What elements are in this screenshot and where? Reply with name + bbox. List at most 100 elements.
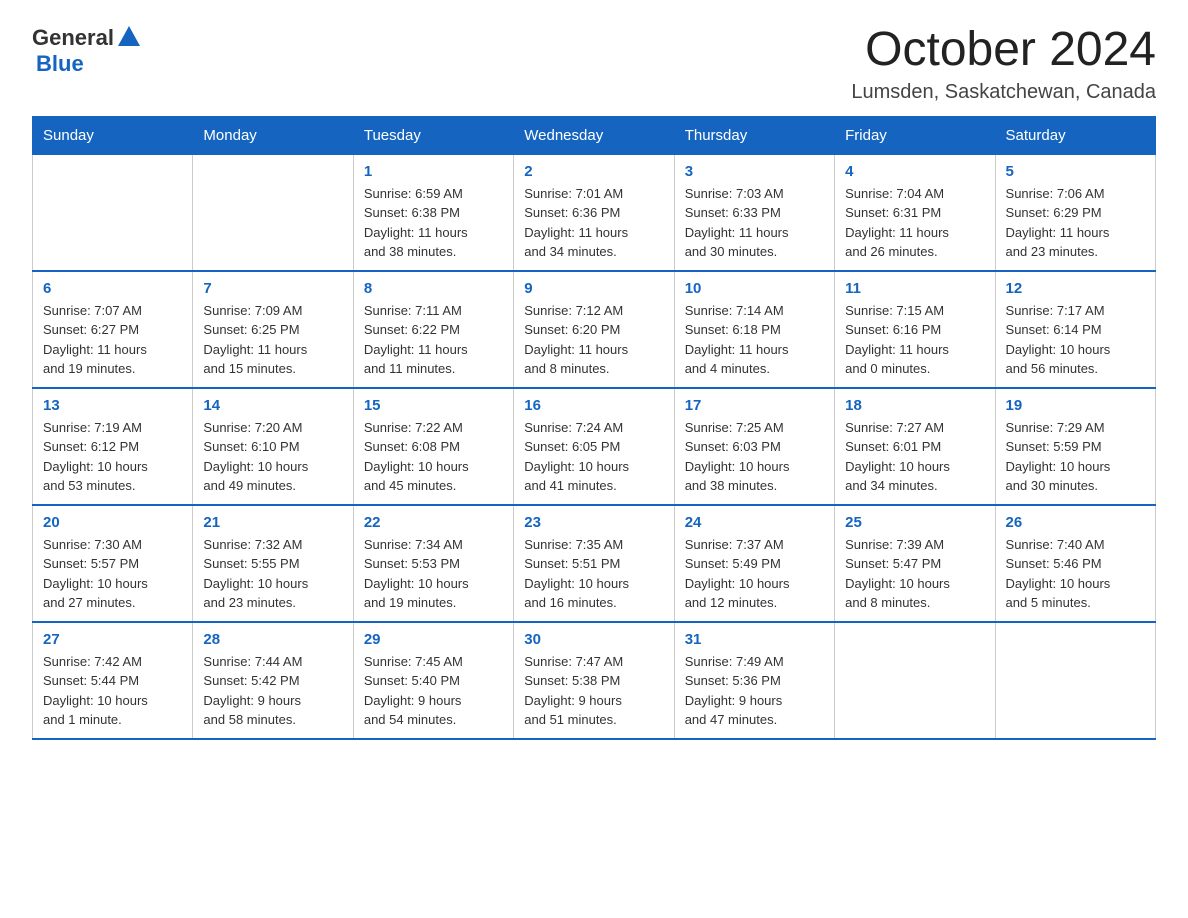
day-info: Sunrise: 7:49 AM Sunset: 5:36 PM Dayligh… bbox=[685, 652, 824, 730]
calendar-cell: 1 Sunrise: 6:59 AM Sunset: 6:38 PM Daylig… bbox=[353, 154, 513, 271]
day-number: 29 bbox=[364, 631, 503, 648]
day-info: Sunrise: 7:24 AM Sunset: 6:05 PM Dayligh… bbox=[524, 418, 663, 496]
location-title: Lumsden, Saskatchewan, Canada bbox=[851, 81, 1156, 104]
day-number: 30 bbox=[524, 631, 663, 648]
calendar-cell: 24Sunrise: 7:37 AM Sunset: 5:49 PM Dayli… bbox=[674, 505, 834, 622]
calendar-cell: 6Sunrise: 7:07 AM Sunset: 6:27 PM Daylig… bbox=[33, 271, 193, 388]
day-number: 9 bbox=[524, 280, 663, 297]
day-info: Sunrise: 7:32 AM Sunset: 5:55 PM Dayligh… bbox=[203, 535, 342, 613]
weekday-header-monday: Monday bbox=[193, 116, 353, 154]
day-info: Sunrise: 7:22 AM Sunset: 6:08 PM Dayligh… bbox=[364, 418, 503, 496]
calendar-cell: 25 Sunrise: 7:39 AM Sunset: 5:47 PM Dayli… bbox=[835, 505, 995, 622]
day-info: Sunrise: 7:19 AM Sunset: 6:12 PM Dayligh… bbox=[43, 418, 182, 496]
weekday-header-wednesday: Wednesday bbox=[514, 116, 674, 154]
calendar-cell: 14 Sunrise: 7:20 AM Sunset: 6:10 PM Dayli… bbox=[193, 388, 353, 505]
weekday-header-thursday: Thursday bbox=[674, 116, 834, 154]
calendar-cell: 30 Sunrise: 7:47 AM Sunset: 5:38 PM Dayli… bbox=[514, 622, 674, 739]
calendar-cell: 8 Sunrise: 7:11 AM Sunset: 6:22 PM Daylig… bbox=[353, 271, 513, 388]
logo-arrow-icon bbox=[118, 26, 140, 51]
day-info: Sunrise: 6:59 AM Sunset: 6:38 PM Dayligh… bbox=[364, 184, 503, 262]
weekday-header-tuesday: Tuesday bbox=[353, 116, 513, 154]
day-info: Sunrise: 7:17 AM Sunset: 6:14 PM Dayligh… bbox=[1006, 301, 1145, 379]
day-info: Sunrise: 7:06 AM Sunset: 6:29 PM Dayligh… bbox=[1006, 184, 1145, 262]
calendar-table: SundayMondayTuesdayWednesdayThursdayFrid… bbox=[32, 116, 1156, 740]
day-number: 4 bbox=[845, 163, 984, 180]
calendar-week-5: 27 Sunrise: 7:42 AM Sunset: 5:44 PM Dayli… bbox=[33, 622, 1156, 739]
calendar-cell: 22 Sunrise: 7:34 AM Sunset: 5:53 PM Dayli… bbox=[353, 505, 513, 622]
day-number: 24 bbox=[685, 514, 824, 531]
calendar-cell bbox=[995, 622, 1155, 739]
calendar-cell: 3Sunrise: 7:03 AM Sunset: 6:33 PM Daylig… bbox=[674, 154, 834, 271]
day-number: 23 bbox=[524, 514, 663, 531]
day-info: Sunrise: 7:20 AM Sunset: 6:10 PM Dayligh… bbox=[203, 418, 342, 496]
day-number: 12 bbox=[1006, 280, 1145, 297]
calendar-cell bbox=[33, 154, 193, 271]
day-number: 31 bbox=[685, 631, 824, 648]
logo: General Blue bbox=[32, 24, 140, 77]
day-number: 17 bbox=[685, 397, 824, 414]
calendar-week-2: 6Sunrise: 7:07 AM Sunset: 6:27 PM Daylig… bbox=[33, 271, 1156, 388]
day-number: 18 bbox=[845, 397, 984, 414]
calendar-cell: 19 Sunrise: 7:29 AM Sunset: 5:59 PM Dayli… bbox=[995, 388, 1155, 505]
day-number: 6 bbox=[43, 280, 182, 297]
day-info: Sunrise: 7:39 AM Sunset: 5:47 PM Dayligh… bbox=[845, 535, 984, 613]
day-number: 16 bbox=[524, 397, 663, 414]
calendar-cell: 12 Sunrise: 7:17 AM Sunset: 6:14 PM Dayli… bbox=[995, 271, 1155, 388]
day-number: 25 bbox=[845, 514, 984, 531]
calendar-cell: 15 Sunrise: 7:22 AM Sunset: 6:08 PM Dayli… bbox=[353, 388, 513, 505]
day-number: 15 bbox=[364, 397, 503, 414]
day-number: 26 bbox=[1006, 514, 1145, 531]
calendar-week-4: 20Sunrise: 7:30 AM Sunset: 5:57 PM Dayli… bbox=[33, 505, 1156, 622]
calendar-cell: 5 Sunrise: 7:06 AM Sunset: 6:29 PM Daylig… bbox=[995, 154, 1155, 271]
day-info: Sunrise: 7:29 AM Sunset: 5:59 PM Dayligh… bbox=[1006, 418, 1145, 496]
calendar-cell: 17 Sunrise: 7:25 AM Sunset: 6:03 PM Dayli… bbox=[674, 388, 834, 505]
day-number: 13 bbox=[43, 397, 182, 414]
day-info: Sunrise: 7:14 AM Sunset: 6:18 PM Dayligh… bbox=[685, 301, 824, 379]
calendar-cell: 29 Sunrise: 7:45 AM Sunset: 5:40 PM Dayli… bbox=[353, 622, 513, 739]
calendar-cell: 20Sunrise: 7:30 AM Sunset: 5:57 PM Dayli… bbox=[33, 505, 193, 622]
day-info: Sunrise: 7:44 AM Sunset: 5:42 PM Dayligh… bbox=[203, 652, 342, 730]
day-info: Sunrise: 7:09 AM Sunset: 6:25 PM Dayligh… bbox=[203, 301, 342, 379]
day-number: 22 bbox=[364, 514, 503, 531]
day-info: Sunrise: 7:40 AM Sunset: 5:46 PM Dayligh… bbox=[1006, 535, 1145, 613]
calendar-cell: 28 Sunrise: 7:44 AM Sunset: 5:42 PM Dayli… bbox=[193, 622, 353, 739]
calendar-cell: 7 Sunrise: 7:09 AM Sunset: 6:25 PM Daylig… bbox=[193, 271, 353, 388]
day-info: Sunrise: 7:47 AM Sunset: 5:38 PM Dayligh… bbox=[524, 652, 663, 730]
month-title: October 2024 bbox=[851, 24, 1156, 77]
weekday-header-sunday: Sunday bbox=[33, 116, 193, 154]
day-number: 1 bbox=[364, 163, 503, 180]
calendar-cell: 23Sunrise: 7:35 AM Sunset: 5:51 PM Dayli… bbox=[514, 505, 674, 622]
calendar-cell: 11 Sunrise: 7:15 AM Sunset: 6:16 PM Dayli… bbox=[835, 271, 995, 388]
day-number: 28 bbox=[203, 631, 342, 648]
day-info: Sunrise: 7:12 AM Sunset: 6:20 PM Dayligh… bbox=[524, 301, 663, 379]
calendar-cell: 10 Sunrise: 7:14 AM Sunset: 6:18 PM Dayli… bbox=[674, 271, 834, 388]
day-info: Sunrise: 7:01 AM Sunset: 6:36 PM Dayligh… bbox=[524, 184, 663, 262]
calendar-cell bbox=[193, 154, 353, 271]
day-info: Sunrise: 7:34 AM Sunset: 5:53 PM Dayligh… bbox=[364, 535, 503, 613]
day-number: 11 bbox=[845, 280, 984, 297]
calendar-cell: 27 Sunrise: 7:42 AM Sunset: 5:44 PM Dayli… bbox=[33, 622, 193, 739]
day-info: Sunrise: 7:42 AM Sunset: 5:44 PM Dayligh… bbox=[43, 652, 182, 730]
day-number: 27 bbox=[43, 631, 182, 648]
day-number: 8 bbox=[364, 280, 503, 297]
day-number: 7 bbox=[203, 280, 342, 297]
day-number: 21 bbox=[203, 514, 342, 531]
day-number: 10 bbox=[685, 280, 824, 297]
day-info: Sunrise: 7:04 AM Sunset: 6:31 PM Dayligh… bbox=[845, 184, 984, 262]
day-info: Sunrise: 7:27 AM Sunset: 6:01 PM Dayligh… bbox=[845, 418, 984, 496]
weekday-header-friday: Friday bbox=[835, 116, 995, 154]
weekday-header-row: SundayMondayTuesdayWednesdayThursdayFrid… bbox=[33, 116, 1156, 154]
day-info: Sunrise: 7:45 AM Sunset: 5:40 PM Dayligh… bbox=[364, 652, 503, 730]
day-number: 19 bbox=[1006, 397, 1145, 414]
day-number: 2 bbox=[524, 163, 663, 180]
day-info: Sunrise: 7:15 AM Sunset: 6:16 PM Dayligh… bbox=[845, 301, 984, 379]
calendar-week-1: 1 Sunrise: 6:59 AM Sunset: 6:38 PM Daylig… bbox=[33, 154, 1156, 271]
day-number: 5 bbox=[1006, 163, 1145, 180]
day-info: Sunrise: 7:25 AM Sunset: 6:03 PM Dayligh… bbox=[685, 418, 824, 496]
calendar-week-3: 13 Sunrise: 7:19 AM Sunset: 6:12 PM Dayli… bbox=[33, 388, 1156, 505]
calendar-cell bbox=[835, 622, 995, 739]
calendar-cell: 2 Sunrise: 7:01 AM Sunset: 6:36 PM Daylig… bbox=[514, 154, 674, 271]
calendar-cell: 16 Sunrise: 7:24 AM Sunset: 6:05 PM Dayli… bbox=[514, 388, 674, 505]
day-info: Sunrise: 7:11 AM Sunset: 6:22 PM Dayligh… bbox=[364, 301, 503, 379]
day-number: 14 bbox=[203, 397, 342, 414]
